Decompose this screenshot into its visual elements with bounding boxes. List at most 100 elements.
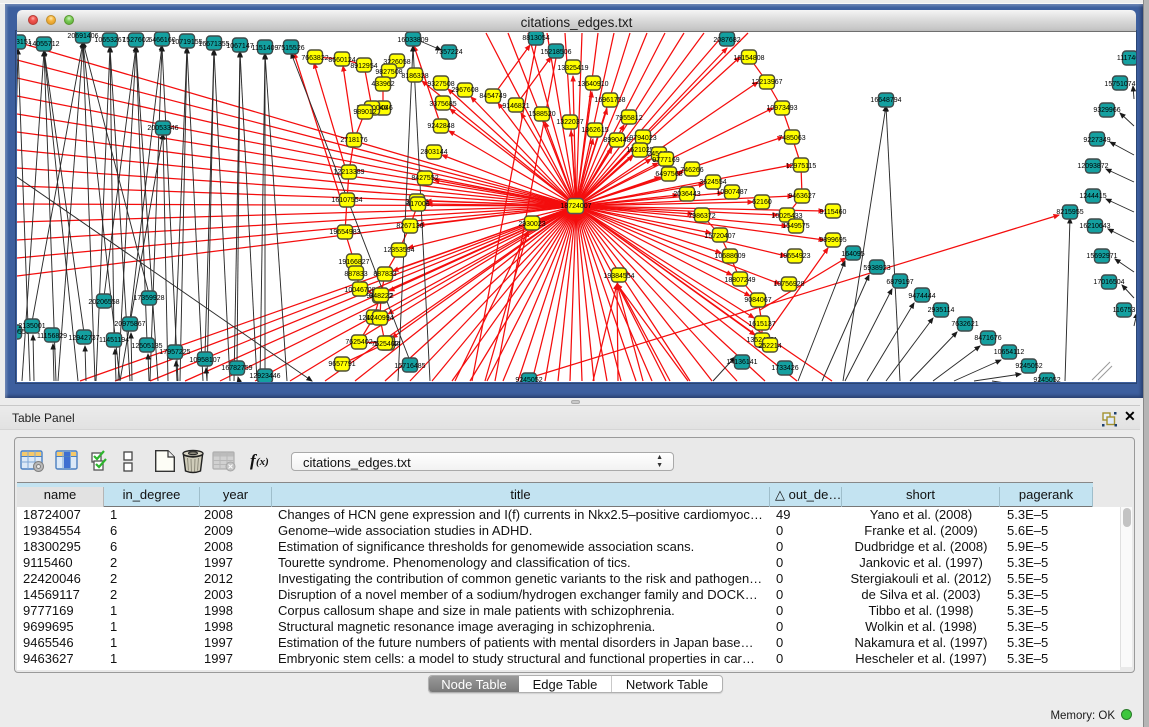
svg-text:7515526: 7515526	[277, 45, 304, 52]
svg-text:17957225: 17957225	[159, 349, 190, 356]
svg-text:12093872: 12093872	[1077, 163, 1108, 170]
svg-text:887833: 887833	[373, 271, 396, 278]
svg-text:116753: 116753	[1113, 307, 1136, 314]
svg-text:15716485: 15716485	[394, 363, 425, 370]
svg-text:15218506: 15218506	[540, 49, 571, 56]
svg-text:2036443: 2036443	[673, 191, 700, 198]
svg-text:417006: 417006	[406, 201, 429, 208]
svg-text:1527602: 1527602	[122, 37, 149, 44]
svg-text:7625402: 7625402	[345, 339, 372, 346]
svg-text:9463627: 9463627	[788, 193, 815, 200]
svg-text:2135001: 2135001	[18, 323, 45, 330]
svg-text:16782759: 16782759	[221, 365, 252, 372]
svg-text:18807249: 18807249	[724, 277, 755, 284]
svg-text:1588520: 1588520	[528, 111, 555, 118]
svg-text:1322037: 1322037	[556, 119, 583, 126]
svg-text:10688609: 10688609	[714, 253, 745, 260]
svg-text:7663822: 7663822	[301, 55, 328, 62]
svg-text:1362615: 1362615	[581, 127, 608, 134]
svg-text:8454749: 8454749	[479, 93, 506, 100]
svg-text:11156829: 11156829	[37, 333, 67, 340]
svg-text:433962: 433962	[371, 81, 394, 88]
svg-text:9245052: 9245052	[1015, 363, 1042, 370]
svg-text:19654983: 19654983	[329, 229, 360, 236]
svg-text:2087682: 2087682	[713, 37, 740, 44]
svg-text:6497568: 6497568	[655, 171, 682, 178]
svg-text:2803144: 2803144	[420, 149, 447, 156]
svg-text:8990448: 8990448	[603, 137, 630, 144]
svg-text:1067147: 1067147	[226, 43, 253, 50]
svg-text:12942737: 12942737	[68, 335, 99, 342]
svg-text:7955812: 7955812	[615, 115, 642, 122]
svg-text:8186328: 8186328	[401, 73, 428, 80]
svg-text:19384554: 19384554	[603, 273, 634, 280]
svg-text:164095: 164095	[841, 251, 864, 258]
svg-text:1151409: 1151409	[252, 45, 279, 52]
svg-text:16671355: 16671355	[198, 41, 229, 48]
svg-text:12213967: 12213967	[751, 79, 782, 86]
svg-text:746266: 746266	[680, 167, 703, 174]
svg-text:20053346: 20053346	[147, 125, 178, 132]
svg-text:9474444: 9474444	[908, 293, 935, 300]
svg-text:252214: 252214	[758, 343, 781, 350]
svg-text:14136141: 14136141	[726, 359, 757, 366]
svg-text:1244415: 1244415	[1079, 193, 1106, 200]
svg-text:20206558: 20206558	[88, 299, 119, 306]
svg-text:15751074: 15751074	[1104, 81, 1135, 88]
svg-text:8471676: 8471676	[974, 335, 1001, 342]
svg-text:10653267: 10653267	[94, 37, 125, 44]
svg-text:3375685: 3375685	[429, 101, 456, 108]
svg-text:8427552: 8427552	[411, 175, 438, 182]
svg-text:9827508: 9827508	[375, 69, 402, 76]
svg-text:2718176: 2718176	[340, 137, 367, 144]
svg-text:20975867: 20975867	[114, 321, 145, 328]
svg-text:19166827: 19166827	[338, 259, 369, 266]
svg-text:887833: 887833	[344, 271, 367, 278]
svg-text:12505135: 12505135	[131, 343, 162, 350]
svg-text:7357224: 7357224	[435, 49, 462, 56]
svg-text:12975115: 12975115	[786, 163, 817, 170]
svg-text:12213389: 12213389	[333, 169, 364, 176]
svg-text:9245052: 9245052	[515, 377, 542, 382]
svg-text:12923446: 12923446	[249, 373, 280, 380]
svg-text:1615137: 1615137	[748, 321, 775, 328]
svg-text:8912954: 8912954	[350, 63, 377, 70]
svg-text:11451194: 11451194	[99, 337, 129, 344]
svg-text:9899695: 9899695	[819, 237, 846, 244]
svg-text:16210643: 16210643	[1079, 223, 1110, 230]
svg-text:17359928: 17359928	[133, 295, 164, 302]
svg-text:8215955: 8215955	[1056, 209, 1083, 216]
svg-text:9242848: 9242848	[427, 123, 454, 130]
svg-text:989012: 989012	[353, 109, 376, 116]
svg-text:13325419: 13325419	[557, 65, 588, 72]
svg-text:9084067: 9084067	[744, 297, 771, 304]
svg-text:10807487: 10807487	[716, 189, 747, 196]
svg-text:16961758: 16961758	[594, 97, 625, 104]
svg-text:16154808: 16154808	[733, 55, 764, 62]
svg-text:17016504: 17016504	[1093, 279, 1124, 286]
svg-text:9115460: 9115460	[820, 209, 847, 216]
svg-text:1549575: 1549575	[782, 223, 809, 230]
svg-text:9329966: 9329966	[1093, 107, 1120, 114]
svg-text:14055712: 14055712	[28, 41, 59, 48]
svg-text:8267130: 8267130	[396, 223, 423, 230]
svg-text:7632621: 7632621	[951, 321, 978, 328]
svg-text:9227349: 9227349	[1083, 137, 1110, 144]
svg-text:7986372: 7986372	[688, 213, 715, 220]
svg-text:2930023: 2930023	[518, 221, 545, 228]
svg-text:10654112: 10654112	[994, 349, 1025, 356]
svg-text:16033809: 16033809	[397, 37, 428, 44]
svg-text:16648794: 16648794	[870, 97, 901, 104]
svg-text:(x): (x)	[256, 456, 269, 468]
svg-text:3624554: 3624554	[699, 179, 726, 186]
svg-text:6879197: 6879197	[886, 279, 913, 286]
svg-text:9794023: 9794023	[629, 135, 656, 142]
svg-text:5938923: 5938923	[863, 265, 890, 272]
svg-text:10973493: 10973493	[766, 105, 797, 112]
svg-text:948222: 948222	[369, 293, 392, 300]
svg-text:7625402: 7625402	[371, 341, 398, 348]
svg-text:9777169: 9777169	[652, 157, 679, 164]
svg-text:16107554: 16107554	[331, 197, 362, 204]
svg-text:2935114: 2935114	[928, 307, 955, 314]
svg-text:62160: 62160	[752, 199, 772, 206]
